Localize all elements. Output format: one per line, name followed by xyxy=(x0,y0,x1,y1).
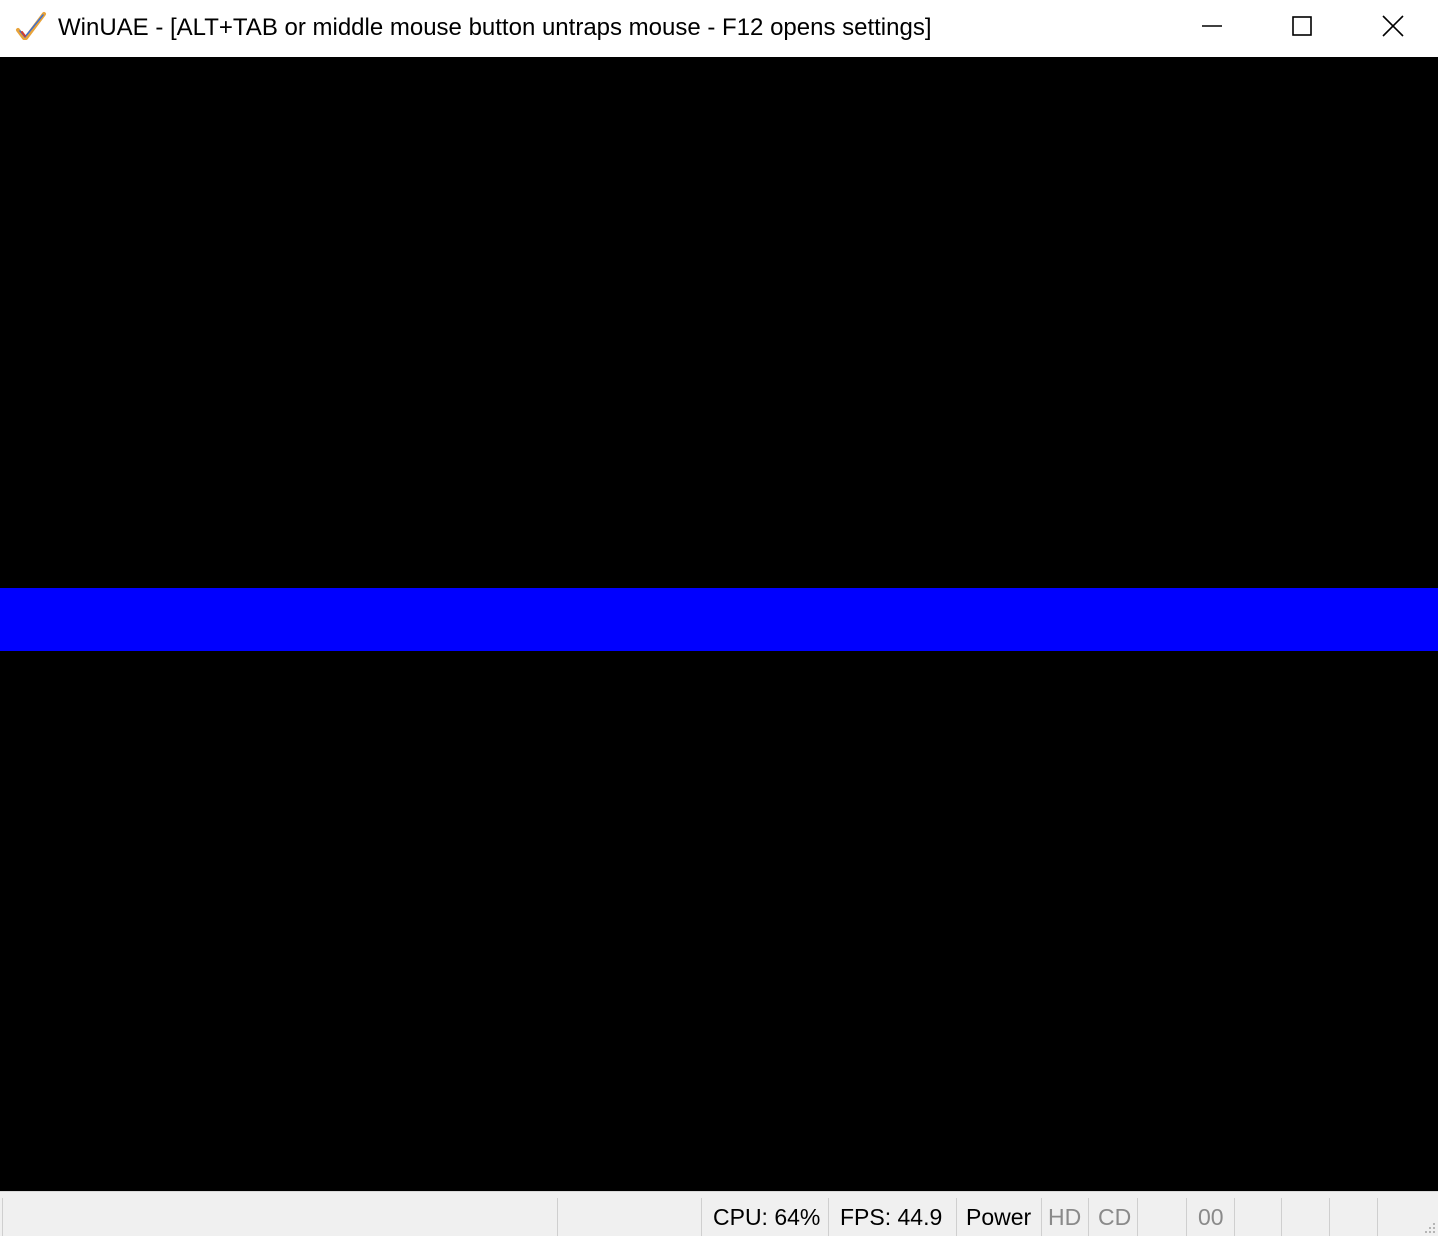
cd-indicator[interactable]: CD xyxy=(1088,1198,1137,1236)
window-title: WinUAE - [ALT+TAB or middle mouse button… xyxy=(58,14,932,41)
winuae-checkmark-icon xyxy=(14,10,50,42)
minimize-button[interactable] xyxy=(1167,0,1257,57)
status-bar: CPU: 64% FPS: 44.9 Power HD CD 00 xyxy=(0,1191,1438,1236)
emulator-display[interactable] xyxy=(0,57,1438,1191)
status-cell-empty-4 xyxy=(1234,1198,1281,1236)
title-bar[interactable]: WinUAE - [ALT+TAB or middle mouse button… xyxy=(0,0,1438,57)
maximize-icon xyxy=(1291,15,1313,42)
status-cell-empty-3 xyxy=(1137,1198,1186,1236)
close-button[interactable] xyxy=(1348,0,1438,57)
power-indicator[interactable]: Power xyxy=(956,1198,1041,1236)
cpu-indicator: CPU: 64% xyxy=(701,1198,828,1236)
resize-grip-icon[interactable] xyxy=(1422,1220,1436,1234)
status-cell-empty-1 xyxy=(2,1198,557,1236)
winuae-window: WinUAE - [ALT+TAB or middle mouse button… xyxy=(0,0,1438,1236)
status-cell-empty-5 xyxy=(1281,1198,1329,1236)
fps-indicator: FPS: 44.9 xyxy=(828,1198,956,1236)
hd-indicator[interactable]: HD xyxy=(1041,1198,1088,1236)
blue-raster-bar xyxy=(0,588,1438,651)
status-cell-empty-2 xyxy=(557,1198,701,1236)
close-icon xyxy=(1381,14,1405,43)
status-cell-empty-6 xyxy=(1329,1198,1377,1236)
minimize-icon xyxy=(1201,15,1223,42)
drive-counter[interactable]: 00 xyxy=(1186,1198,1234,1236)
maximize-button[interactable] xyxy=(1257,0,1347,57)
